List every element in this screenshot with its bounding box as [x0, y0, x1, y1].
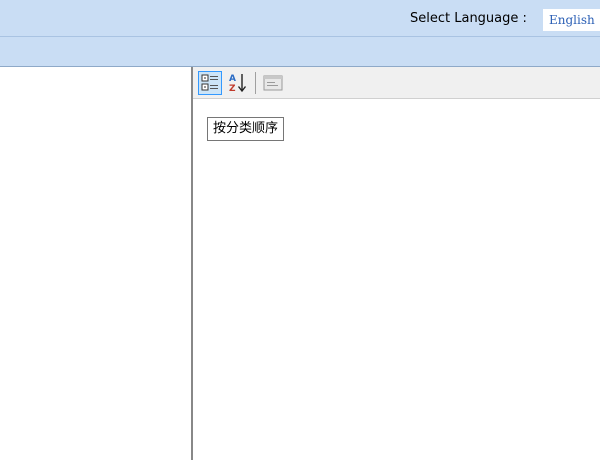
property-grid-pane: A Z 按分类顺序 [193, 67, 600, 460]
toolbar-separator [255, 72, 256, 94]
alphabetical-sort-icon: A Z [229, 74, 247, 94]
svg-text:A: A [229, 74, 236, 84]
toolbar-tooltip: 按分类顺序 [207, 117, 285, 141]
svg-text:Z: Z [229, 84, 236, 94]
language-select[interactable]: English [542, 8, 600, 32]
property-pages-icon [263, 75, 283, 91]
tree-pane[interactable] [0, 67, 193, 460]
top-header-bar: Select Language : English [0, 0, 600, 37]
property-grid-toolbar: A Z [193, 67, 600, 99]
secondary-header-bar [0, 37, 600, 67]
categorized-icon [201, 74, 218, 91]
property-pages-button[interactable] [261, 71, 285, 95]
alphabetical-button[interactable]: A Z [226, 71, 250, 95]
language-label: Select Language : [410, 11, 527, 26]
categorized-button[interactable] [198, 71, 222, 95]
